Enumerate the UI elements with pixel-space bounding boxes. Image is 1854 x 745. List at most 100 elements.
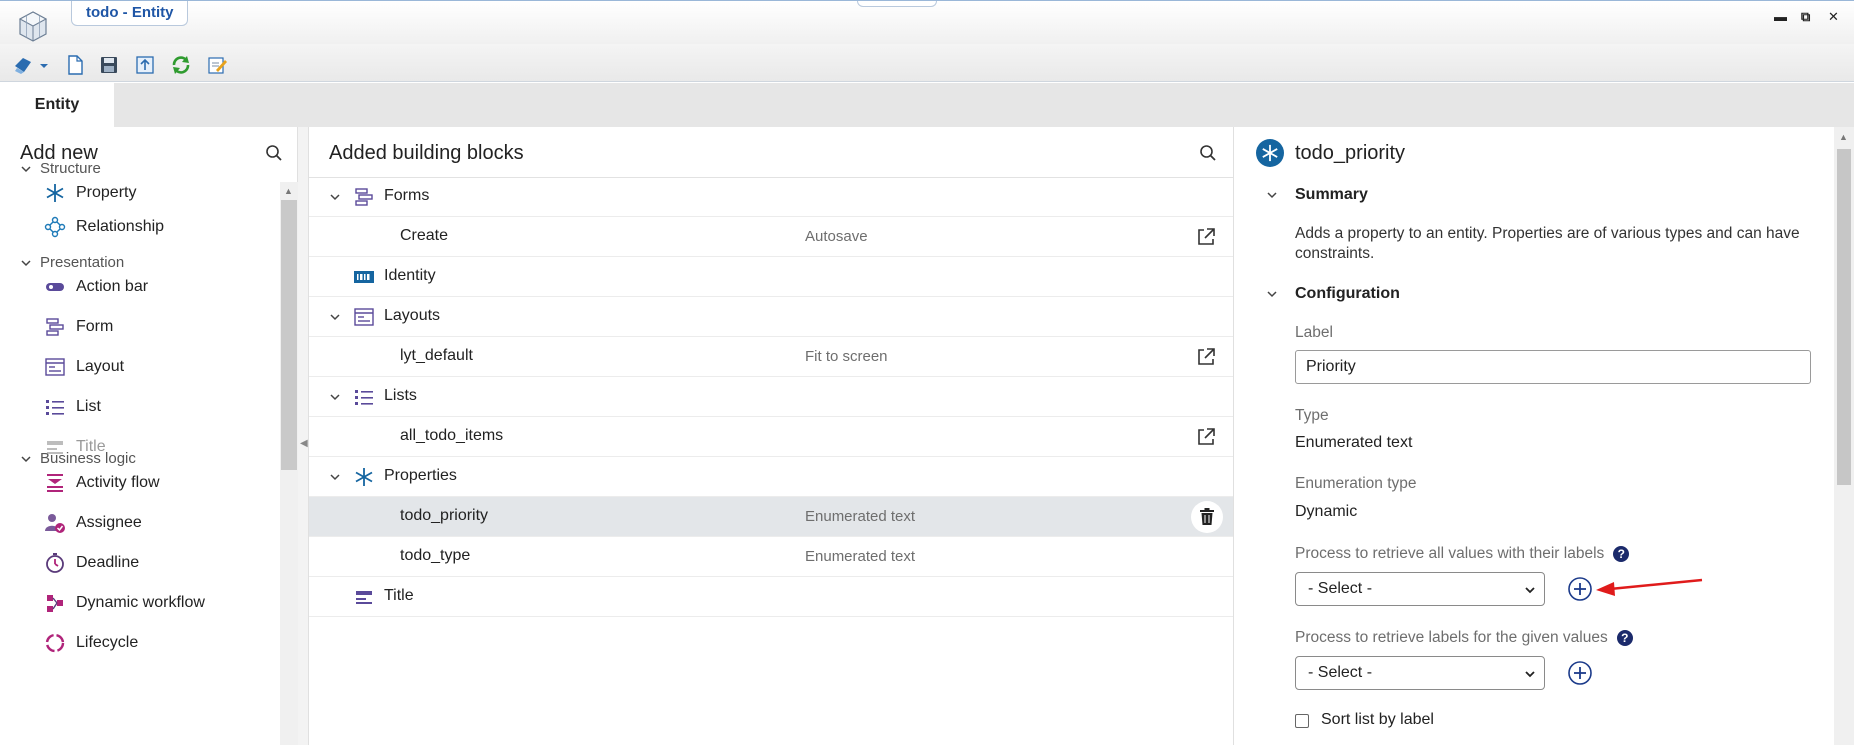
select-value: - Select -	[1308, 580, 1373, 597]
chevron-down-icon	[1267, 291, 1277, 298]
toolbar	[0, 44, 1854, 82]
sort-by-label-text: Sort list by label	[1321, 711, 1434, 728]
chevron-down-icon[interactable]	[329, 311, 341, 323]
window-title: todo - Entity	[71, 1, 189, 26]
left-scrollbar-thumb[interactable]	[281, 200, 297, 470]
chevron-down-icon[interactable]	[329, 191, 341, 203]
enumeration-type-value: Dynamic	[1295, 503, 1358, 520]
identity-icon	[353, 266, 375, 288]
configuration-heading: Configuration	[1295, 285, 1400, 302]
process-labels-caption-text: Process to retrieve labels for the given…	[1295, 629, 1608, 646]
row-label: Layouts	[384, 307, 441, 324]
asterisk-icon	[1256, 139, 1284, 167]
chevron-down-icon[interactable]	[329, 391, 341, 403]
scroll-up-arrow-icon[interactable]: ▲	[1839, 132, 1848, 142]
new-document-icon[interactable]	[64, 54, 86, 76]
trash-icon	[1200, 508, 1214, 525]
left-scrollbar[interactable]: ▲	[280, 182, 298, 745]
restore-button[interactable]: ⧉	[1801, 9, 1810, 25]
row-description: Autosave	[805, 228, 868, 245]
process-labels-select[interactable]: - Select -	[1295, 656, 1545, 690]
chevron-down-icon	[1525, 587, 1535, 594]
chevron-down-icon	[1267, 192, 1277, 199]
property-title: todo_priority	[1295, 142, 1406, 164]
help-icon[interactable]: ?	[1616, 630, 1633, 646]
save-icon[interactable]	[98, 54, 120, 76]
help-icon[interactable]: ?	[1613, 546, 1630, 562]
open-external-icon[interactable]	[1195, 226, 1217, 248]
close-button[interactable]: ✕	[1828, 9, 1839, 25]
group-layouts[interactable]: Layouts	[309, 297, 1233, 337]
enumeration-type-caption: Enumeration type	[1295, 475, 1417, 492]
left-scroll-holder: ▲	[0, 127, 298, 745]
label-caption: Label	[1295, 324, 1333, 341]
annotation-arrow-icon	[1596, 578, 1703, 596]
row-label: Forms	[384, 187, 430, 204]
row-label: all_todo_items	[400, 427, 504, 444]
select-value: - Select -	[1308, 664, 1373, 681]
group-properties[interactable]: Properties	[309, 457, 1233, 497]
open-external-icon[interactable]	[1195, 346, 1217, 368]
refresh-icon[interactable]	[170, 54, 192, 76]
summary-section-toggle[interactable]: Summary	[1266, 186, 1368, 204]
row-create[interactable]: Create Autosave	[309, 217, 1233, 257]
add-process-button[interactable]	[1567, 576, 1593, 602]
row-todo-priority[interactable]: todo_priority Enumerated text	[309, 497, 1233, 537]
process-all-caption: Process to retrieve all values with thei…	[1295, 545, 1630, 563]
right-scrollbar-thumb[interactable]	[1837, 149, 1851, 485]
type-caption: Type	[1295, 407, 1329, 424]
title-icon	[353, 586, 375, 608]
group-identity[interactable]: Identity	[309, 257, 1233, 297]
row-description: Enumerated text	[805, 548, 916, 565]
sort-by-label-checkbox[interactable]	[1295, 714, 1309, 728]
configuration-section-toggle[interactable]: Configuration	[1266, 285, 1400, 303]
scroll-up-arrow-icon[interactable]: ▲	[284, 186, 293, 196]
deploy-icon[interactable]	[12, 54, 34, 76]
dropdown-icon[interactable]	[38, 54, 50, 76]
row-label: Identity	[384, 267, 436, 284]
row-label: Lists	[384, 387, 417, 404]
layout-icon	[353, 306, 375, 328]
search-icon[interactable]	[1199, 144, 1217, 162]
row-label: lyt_default	[400, 347, 473, 364]
row-label: Create	[400, 227, 449, 244]
type-value: Enumerated text	[1295, 434, 1413, 451]
list-icon	[353, 386, 375, 408]
building-blocks-panel: Added building blocks Forms Create Autos…	[308, 127, 1234, 745]
window-notch	[857, 1, 937, 7]
process-labels-caption: Process to retrieve labels for the given…	[1295, 629, 1633, 647]
tab-strip: Entity	[0, 83, 1854, 127]
edit-icon[interactable]	[206, 54, 228, 76]
group-forms[interactable]: Forms	[309, 177, 1233, 217]
publish-icon[interactable]	[134, 54, 156, 76]
group-lists[interactable]: Lists	[309, 377, 1233, 417]
summary-heading: Summary	[1295, 186, 1368, 203]
add-process-button[interactable]	[1567, 660, 1593, 686]
chevron-down-icon[interactable]	[329, 471, 341, 483]
splitter[interactable]	[298, 127, 308, 745]
right-scrollbar[interactable]: ▲	[1834, 127, 1854, 745]
open-external-icon[interactable]	[1195, 426, 1217, 448]
row-todo-type[interactable]: todo_type Enumerated text	[309, 537, 1233, 577]
tab-entity[interactable]: Entity	[0, 83, 114, 127]
chevron-down-icon	[1525, 671, 1535, 678]
row-description: Enumerated text	[805, 508, 916, 525]
group-title[interactable]: Title	[309, 577, 1233, 617]
row-description: Fit to screen	[805, 348, 888, 365]
title-bar: todo - Entity ▬ ⧉ ✕	[0, 0, 1854, 44]
minimize-button[interactable]: ▬	[1774, 9, 1787, 24]
delete-button[interactable]	[1191, 501, 1223, 533]
label-input[interactable]: Priority	[1295, 350, 1811, 384]
app-logo-icon	[18, 11, 48, 42]
row-all-todo-items[interactable]: all_todo_items	[309, 417, 1233, 457]
collapse-left-arrow-icon[interactable]: ◀	[300, 438, 308, 449]
form-icon	[353, 186, 375, 208]
building-blocks-title: Added building blocks	[329, 142, 524, 164]
row-label: todo_priority	[400, 507, 489, 524]
process-all-caption-text: Process to retrieve all values with thei…	[1295, 545, 1605, 562]
properties-panel: todo_priority Summary Adds a property to…	[1236, 127, 1854, 745]
row-label: todo_type	[400, 547, 471, 564]
process-all-select[interactable]: - Select -	[1295, 572, 1545, 606]
row-lyt-default[interactable]: lyt_default Fit to screen	[309, 337, 1233, 377]
asterisk-icon	[353, 466, 375, 488]
